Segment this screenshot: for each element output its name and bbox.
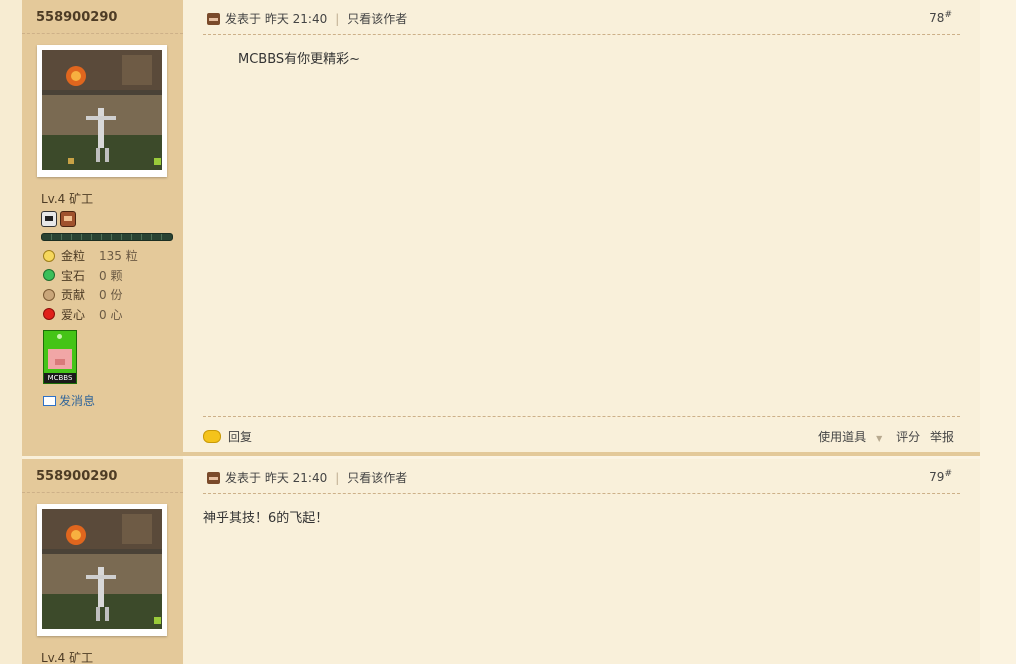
author-sidebar: 558900290 bbox=[22, 0, 183, 452]
stat-value: 0 份 bbox=[99, 288, 123, 302]
post-time: 发表于 昨天 21:40 bbox=[225, 12, 328, 26]
stat-label: 贡献 bbox=[61, 288, 86, 302]
villager-badge-icon bbox=[60, 211, 76, 227]
avatar[interactable] bbox=[37, 504, 167, 636]
post-content: 发表于 昨天 21:40 | 只看该作者 78# MCBBS有你更精彩~ 回复 使用… bbox=[183, 0, 980, 452]
post-meta: 发表于 昨天 21:40 | 只看该作者 bbox=[207, 469, 407, 486]
stat-value: 0 心 bbox=[99, 307, 123, 322]
user-level: Lv.4 矿工 bbox=[41, 192, 94, 206]
chevron-down-icon: ▼ bbox=[876, 434, 883, 443]
stat-value: 135 粒 bbox=[99, 249, 138, 263]
stat-heart: 爱心 0 心 bbox=[43, 308, 138, 328]
post-footer-divider bbox=[203, 416, 960, 417]
post-body: MCBBS有你更精彩~ bbox=[238, 52, 361, 67]
pig-medal-icon[interactable]: MCBBS bbox=[43, 330, 77, 384]
gold-nugget-icon bbox=[43, 249, 55, 262]
author-username[interactable]: 558900290 bbox=[36, 10, 117, 25]
post-meta: 发表于 昨天 21:40 | 只看该作者 bbox=[207, 10, 407, 27]
sidebar-divider bbox=[22, 33, 183, 34]
post-78: 558900290 Lv.4 矿工 金粒 135 粒 宝石 0 颗 贡献 0 份… bbox=[22, 0, 980, 452]
heart-icon bbox=[43, 308, 55, 320]
user-level: Lv.4 矿工 bbox=[41, 651, 94, 664]
contribution-icon bbox=[43, 288, 55, 301]
avatar-image[interactable] bbox=[42, 50, 162, 170]
online-status-icon bbox=[207, 12, 220, 25]
only-author-link[interactable]: 只看该作者 bbox=[347, 471, 407, 485]
stat-gold: 金粒 135 粒 bbox=[43, 249, 138, 269]
stat-label: 爱心 bbox=[61, 307, 86, 322]
stat-contribution: 贡献 0 份 bbox=[43, 288, 138, 308]
use-item-label: 使用道具 bbox=[818, 430, 867, 444]
speech-bubble-icon bbox=[203, 430, 221, 443]
floor-suffix: # bbox=[944, 10, 952, 20]
stat-label: 宝石 bbox=[61, 268, 86, 283]
floor-number-value: 79 bbox=[929, 470, 945, 484]
author-sidebar: 558900290 bbox=[22, 459, 183, 664]
gem-icon bbox=[43, 269, 55, 281]
floor-number[interactable]: 78# bbox=[929, 10, 952, 25]
post-content: 发表于 昨天 21:40 | 只看该作者 79# 神乎其技！6的飞起！ bbox=[183, 459, 980, 664]
send-message-label: 发消息 bbox=[59, 394, 96, 408]
meta-separator: | bbox=[335, 12, 340, 26]
floor-number-value: 78 bbox=[929, 11, 945, 25]
user-stats: 金粒 135 粒 宝石 0 颗 贡献 0 份 爱心 0 心 bbox=[43, 249, 138, 327]
floor-suffix: # bbox=[944, 469, 952, 479]
rate-button[interactable]: 评分 bbox=[896, 430, 920, 444]
reply-label: 回复 bbox=[228, 430, 253, 444]
post-header-divider bbox=[203, 493, 960, 494]
send-message-link[interactable]: 发消息 bbox=[43, 392, 95, 409]
only-author-link[interactable]: 只看该作者 bbox=[347, 12, 407, 26]
report-button[interactable]: 举报 bbox=[930, 430, 954, 444]
post-79: 558900290 Lv.4 矿工 发表于 昨天 21:40 | 只看该作者 7… bbox=[22, 459, 980, 664]
post-header-divider bbox=[203, 34, 960, 35]
reply-button[interactable]: 回复 bbox=[203, 428, 252, 445]
post-body: 神乎其技！6的飞起！ bbox=[203, 511, 329, 526]
envelope-icon bbox=[43, 395, 56, 406]
stat-label: 金粒 bbox=[61, 249, 86, 263]
avatar-image[interactable] bbox=[42, 509, 162, 629]
level-progress-bar bbox=[41, 233, 173, 241]
meta-separator: | bbox=[335, 471, 340, 485]
online-status-icon bbox=[207, 471, 220, 484]
post-actions: 使用道具 ▼ 评分 举报 bbox=[798, 428, 954, 445]
user-badges bbox=[41, 211, 79, 229]
stat-gem: 宝石 0 颗 bbox=[43, 269, 138, 289]
post-time: 发表于 昨天 21:40 bbox=[225, 471, 328, 485]
page-left-margin bbox=[0, 0, 22, 664]
medal-label: MCBBS bbox=[44, 373, 76, 383]
avatar[interactable] bbox=[37, 45, 167, 177]
author-username[interactable]: 558900290 bbox=[36, 469, 117, 484]
skeleton-badge-icon bbox=[41, 211, 57, 227]
page-right-margin bbox=[980, 0, 1016, 664]
use-item-button[interactable]: 使用道具 ▼ bbox=[808, 430, 882, 444]
stat-value: 0 颗 bbox=[99, 268, 123, 283]
floor-number[interactable]: 79# bbox=[929, 469, 952, 484]
sidebar-divider bbox=[22, 492, 183, 493]
forum-thread-page: 558900290 Lv.4 矿工 金粒 135 粒 宝石 0 颗 贡献 0 份… bbox=[0, 0, 1016, 664]
